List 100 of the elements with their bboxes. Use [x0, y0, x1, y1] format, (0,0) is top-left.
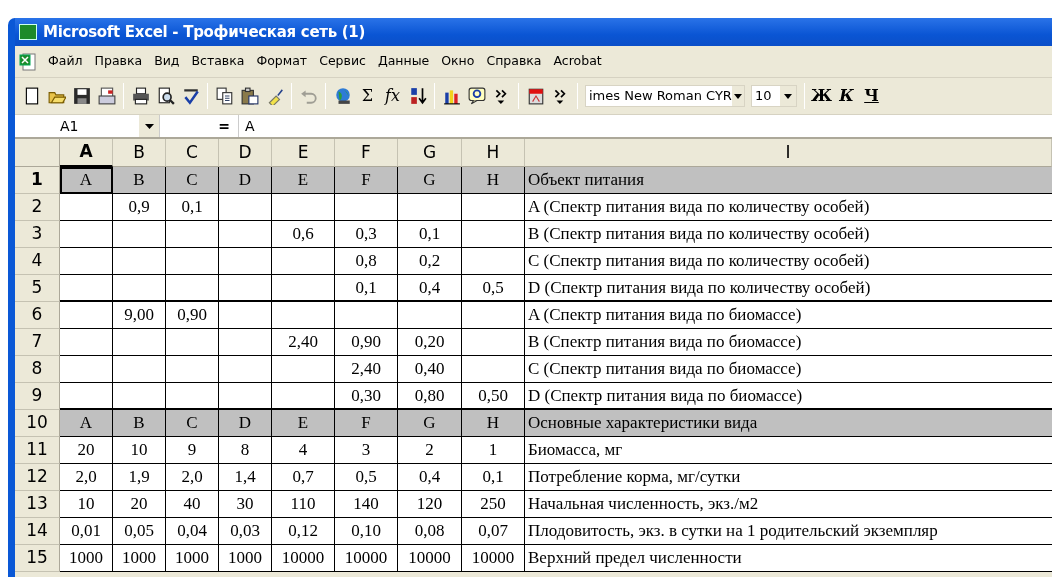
table-cell: E [272, 167, 335, 194]
table-cell: 2,0 [60, 464, 113, 491]
column-header[interactable]: G [398, 139, 462, 167]
column-header[interactable]: F [335, 139, 398, 167]
table-cell: 0,1 [398, 221, 462, 248]
row-header[interactable]: 14 [15, 518, 60, 545]
table-cell [113, 356, 166, 383]
table-cell: A (Спектр питания вида по количеству особей) [525, 194, 1052, 221]
window-title: Microsoft Excel - Трофическая сеть (1) [43, 21, 365, 43]
row-header[interactable]: 13 [15, 491, 60, 518]
table-cell [60, 302, 113, 329]
globe-icon[interactable] [333, 87, 352, 105]
table-cell: 0,05 [113, 518, 166, 545]
row-header[interactable]: 4 [15, 248, 60, 275]
menu-item[interactable]: Окно [435, 52, 481, 71]
table-cell: A [60, 410, 113, 437]
row-header[interactable]: 7 [15, 329, 60, 356]
menu-item[interactable]: Вид [148, 52, 186, 71]
table-cell [398, 302, 462, 329]
table-cell: 110 [272, 491, 335, 518]
row-header[interactable]: 1 [15, 167, 60, 194]
document-icon[interactable] [18, 51, 38, 72]
document-permission-icon[interactable] [97, 87, 116, 105]
table-cell: C (Спектр питания вида по биомассе) [525, 356, 1052, 383]
column-header[interactable]: A [60, 139, 113, 167]
table-cell: B (Спектр питания вида по биомассе) [525, 329, 1052, 356]
row-header[interactable]: 15 [15, 545, 60, 572]
toolbar-button[interactable]: Ч [859, 83, 884, 109]
table-cell: 0,4 [398, 464, 462, 491]
table-cell: G [398, 167, 462, 194]
table-cell: 0,3 [335, 221, 398, 248]
table-cell: D (Спектр питания вида по количеству особей) [525, 275, 1052, 302]
help-icon[interactable] [467, 87, 486, 105]
row-header[interactable]: 3 [15, 221, 60, 248]
row-header[interactable]: 12 [15, 464, 60, 491]
copy-icon[interactable] [215, 87, 234, 105]
formula-field[interactable]: A [238, 115, 1052, 137]
row-header[interactable]: 6 [15, 302, 60, 329]
row-header[interactable]: 8 [15, 356, 60, 383]
table-cell: 120 [398, 491, 462, 518]
dropdown-arrow-icon[interactable] [733, 93, 742, 99]
dropdown-arrow-icon[interactable] [144, 123, 154, 129]
column-header[interactable]: H [462, 139, 525, 167]
font-size-field[interactable]: 10 [751, 85, 797, 107]
table-cell: F [335, 167, 398, 194]
menu-item[interactable]: Сервис [313, 52, 372, 71]
toolbar-button[interactable]: Σ [355, 83, 380, 109]
toolbar-button[interactable]: fx [380, 83, 405, 109]
menu-item[interactable]: Файл [42, 52, 89, 71]
menu-item[interactable]: Acrobat [547, 52, 608, 71]
row-header[interactable]: 2 [15, 194, 60, 221]
spell-check-icon[interactable] [181, 87, 200, 105]
dropdown-arrow-icon[interactable] [784, 93, 792, 99]
row-header[interactable]: 10 [15, 410, 60, 437]
row-header[interactable]: 11 [15, 437, 60, 464]
column-header[interactable]: C [166, 139, 219, 167]
column-header[interactable]: B [113, 139, 166, 167]
menu-item[interactable]: Справка [480, 52, 548, 71]
sort-ascending-icon[interactable] [408, 87, 427, 105]
table-cell: H [462, 167, 525, 194]
table-cell: Верхний предел численности [525, 545, 1052, 572]
row-header[interactable]: 5 [15, 275, 60, 302]
table-cell [60, 248, 113, 275]
table-cell [462, 329, 525, 356]
font-name-field[interactable]: imes New Roman CYR [585, 85, 745, 107]
table-cell: 0,8 [335, 248, 398, 275]
column-header[interactable]: E [272, 139, 335, 167]
table-cell: 0,90 [166, 302, 219, 329]
menu-item[interactable]: Данные [371, 52, 436, 71]
column-header[interactable]: I [525, 139, 1052, 167]
pdf-document-icon[interactable] [526, 87, 545, 105]
menu-item[interactable]: Формат [250, 52, 314, 71]
print-preview-icon[interactable] [156, 87, 175, 105]
column-header[interactable]: D [219, 139, 272, 167]
menu-item[interactable]: Вставка [185, 52, 251, 71]
table-cell: 1,9 [113, 464, 166, 491]
save-icon[interactable] [72, 87, 91, 105]
toolbar-button[interactable]: К [834, 83, 859, 109]
table-cell: 2,40 [272, 329, 335, 356]
table-cell: C [166, 410, 219, 437]
table-cell [335, 302, 398, 329]
table-cell: 10000 [335, 545, 398, 572]
table-cell [60, 329, 113, 356]
table-cell: 0,7 [272, 464, 335, 491]
table-cell: D [219, 167, 272, 194]
table-cell [272, 275, 335, 302]
table-cell: 0,1 [335, 275, 398, 302]
table-cell: 2,40 [335, 356, 398, 383]
table-cell: 20 [60, 437, 113, 464]
table-cell [335, 194, 398, 221]
table-cell: 10000 [462, 545, 525, 572]
table-cell: 8 [219, 437, 272, 464]
paste-icon[interactable] [240, 87, 259, 105]
row-header[interactable]: 9 [15, 383, 60, 410]
printer-icon[interactable] [131, 87, 150, 105]
toolbar-button[interactable]: Ж [809, 83, 834, 109]
menu-item[interactable]: Правка [88, 52, 149, 71]
bar-chart-icon[interactable] [442, 87, 461, 105]
table-cell: 0,40 [398, 356, 462, 383]
name-box[interactable]: A1 [15, 115, 160, 137]
